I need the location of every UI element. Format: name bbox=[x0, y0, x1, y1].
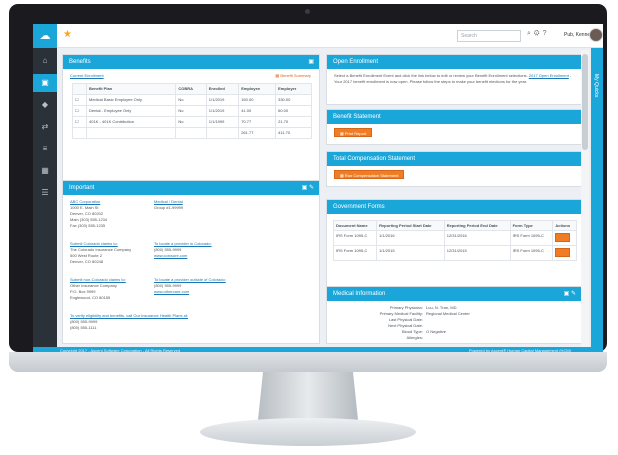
monitor-stand-neck bbox=[258, 372, 358, 420]
list-icon[interactable]: ≡ bbox=[33, 140, 57, 158]
top-utility-icons: ⌕⚙? bbox=[527, 30, 550, 38]
run-comp-statement-button[interactable]: ▦ Run Compensation Statement bbox=[334, 170, 405, 179]
monitor-frame: ☁ ★ Search ⌕⚙? Pub, Kenneth ⌂ ▣ ◆ ⇄ ≡ ▦ … bbox=[9, 4, 607, 354]
cloud-logo-icon[interactable]: ☁ bbox=[33, 24, 57, 48]
contact-grid: ABC Corporation 1000 E. Main St Denver, CO… bbox=[70, 199, 312, 331]
top-bar: ☁ ★ Search ⌕⚙? Pub, Kenneth bbox=[33, 24, 603, 48]
total-compensation-header: Total Compensation Statement bbox=[327, 152, 581, 166]
app-screen: ☁ ★ Search ⌕⚙? Pub, Kenneth ⌂ ▣ ◆ ⇄ ≡ ▦ … bbox=[33, 24, 603, 354]
total-row: 261.77 411.70 bbox=[72, 127, 312, 139]
grid-icon[interactable]: ▦ bbox=[33, 162, 57, 180]
share-icon[interactable]: ⇄ bbox=[33, 118, 57, 136]
benefits-panel: Benefits ▣ Current Enrollment ▦ Benefit … bbox=[62, 54, 320, 199]
home-icon[interactable]: ⌂ bbox=[33, 52, 57, 70]
search-input[interactable]: Search bbox=[457, 30, 521, 42]
table-row[interactable]: IRS Form 1095-C 1/1/2016 12/31/2016 IRS For… bbox=[332, 230, 577, 246]
print-report-button[interactable]: ▦ Print Report bbox=[334, 128, 373, 137]
benefit-table: Benefit Plan COBRA Enrolled Employee Employe… bbox=[72, 83, 312, 139]
benefit-statement-header: Benefit Statement bbox=[327, 110, 581, 124]
table-row[interactable]: ☐ Dental - Employee Only No 1/1/2019 41.00 60… bbox=[72, 105, 312, 117]
contact-block-7: To verify eligibility and benefits, call… bbox=[70, 313, 189, 330]
benefits-title: Benefits bbox=[69, 59, 91, 65]
user-avatar[interactable] bbox=[589, 28, 603, 42]
medical-information-body: Primary Physician: Luu, N. Tran, MD Prima… bbox=[327, 301, 581, 343]
table-row[interactable]: IRS Form 1095-C 1/1/2015 12/31/2015 IRS For… bbox=[332, 245, 577, 261]
benefit-statement-panel: Benefit Statement ▦ Print Report bbox=[326, 109, 582, 145]
panel-edit-icon[interactable]: ▣ ✎ bbox=[302, 181, 314, 195]
medical-row: Allergies: bbox=[406, 335, 423, 340]
medical-information-header: Medical Information ▣ ✎ bbox=[327, 287, 581, 301]
benefit-table-header: Benefit Plan COBRA Enrolled Employee Employe… bbox=[72, 83, 312, 95]
contact-block-1: ABC Corporation 1000 E. Main St Denver, CO… bbox=[70, 199, 108, 228]
medical-information-panel: Medical Information ▣ ✎ Primary Physicia… bbox=[326, 286, 582, 344]
contact-block-2: Medical / Dental Group #1-99999 bbox=[154, 199, 184, 210]
important-body: ABC Corporation 1000 E. Main St Denver, CO… bbox=[63, 195, 319, 343]
total-compensation-body: ▦ Run Compensation Statement bbox=[327, 166, 581, 183]
settings-icon[interactable]: ⚙ bbox=[534, 30, 543, 37]
menu-icon[interactable]: ☰ bbox=[33, 184, 57, 202]
scrollbar-thumb[interactable] bbox=[582, 54, 588, 150]
benefit-summary-link[interactable]: ▦ Benefit Summary bbox=[275, 73, 311, 79]
total-compensation-panel: Total Compensation Statement ▦ Run Compe… bbox=[326, 151, 582, 187]
monitor-stand-base bbox=[200, 418, 416, 446]
government-forms-header: Government Forms bbox=[327, 200, 581, 214]
camera-dot bbox=[305, 9, 310, 14]
contact-block-4: To locate a provider in Colorado: (800) 5… bbox=[154, 241, 212, 258]
important-panel: Important ▣ ✎ ABC Corporation 1000 E. Mai… bbox=[62, 180, 320, 344]
table-row[interactable]: ☐ Medical Basic Employee Only No 1/1/2019 15… bbox=[72, 94, 312, 106]
search-icon[interactable]: ⌕ bbox=[527, 30, 534, 37]
open-enrollment-panel: Open Enrollment Select a Benefit Enrollm… bbox=[326, 54, 582, 105]
help-icon[interactable]: ? bbox=[543, 30, 550, 37]
open-enrollment-header: Open Enrollment bbox=[327, 55, 581, 69]
table-row[interactable]: ☐ 401K - 401K Contribution No 1/1/1999 70.77… bbox=[72, 116, 312, 128]
shield-icon[interactable]: ◆ bbox=[33, 96, 57, 114]
my-quicks-rail[interactable]: My Quicks bbox=[591, 48, 603, 347]
open-enrollment-link[interactable]: 2017 Open Enrollment bbox=[529, 73, 569, 78]
benefit-statement-body: ▦ Print Report bbox=[327, 124, 581, 141]
panel-edit-icon[interactable]: ▣ ✎ bbox=[564, 287, 576, 301]
left-sidebar: ⌂ ▣ ◆ ⇄ ≡ ▦ ☰ bbox=[33, 48, 57, 347]
contact-block-3: Submit Colorado claims to: The Colorado I… bbox=[70, 241, 132, 264]
favorite-star-icon[interactable]: ★ bbox=[63, 29, 72, 40]
contact-block-6: To locate a provider outside of Colorado… bbox=[154, 277, 226, 294]
government-forms-panel: Government Forms Document Name Reporting … bbox=[326, 199, 582, 287]
download-action-button[interactable] bbox=[552, 230, 577, 246]
panel-lock-icon[interactable]: ▣ bbox=[308, 55, 314, 69]
benefits-header: Benefits ▣ bbox=[63, 55, 319, 69]
important-title: Important bbox=[69, 185, 95, 191]
government-forms-header-row: Document Name Reporting Period Start Date… bbox=[332, 220, 577, 231]
important-header: Important ▣ ✎ bbox=[63, 181, 319, 195]
government-forms-table: Document Name Reporting Period Start Date… bbox=[332, 220, 577, 261]
contact-block-5: Submit non-Colorado claims to: Other Insu… bbox=[70, 277, 126, 300]
open-enrollment-body: Select a Benefit Enrollment Event and cl… bbox=[334, 73, 572, 84]
monitor-chin bbox=[9, 352, 607, 372]
download-action-button[interactable] bbox=[552, 245, 577, 261]
my-quicks-label: My Quicks bbox=[593, 74, 599, 98]
dashboard-icon[interactable]: ▣ bbox=[33, 74, 57, 92]
main-scrollbar[interactable] bbox=[581, 50, 589, 347]
